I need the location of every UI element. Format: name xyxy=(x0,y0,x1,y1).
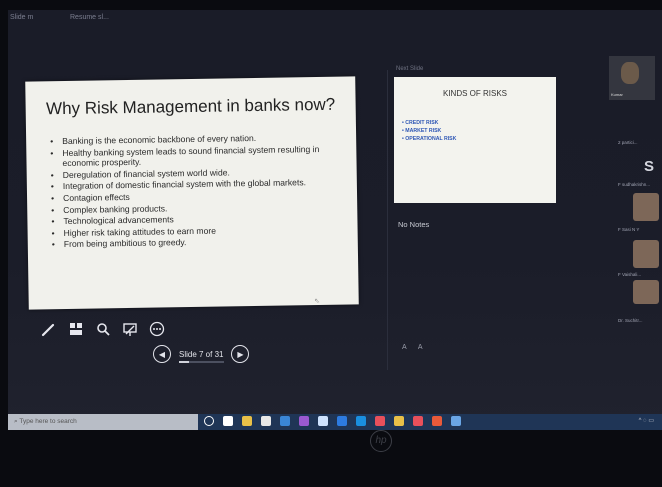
next-slide-item: CREDIT RISK xyxy=(402,119,456,127)
taskbar-search[interactable]: ⌕ Type here to search xyxy=(8,414,198,430)
slide-navigation: ◀ Slide 7 of 31 ▶ xyxy=(153,345,250,363)
participant-name: F Vaishali... xyxy=(618,272,642,277)
mouse-cursor-icon: ⇖ xyxy=(314,298,320,305)
taskbar-app-icon[interactable] xyxy=(394,416,404,426)
window-title-mid: Resume sl... xyxy=(70,14,109,21)
participant-name: F sudhakrishn... xyxy=(618,182,651,187)
slide-progress-bar xyxy=(179,360,224,363)
presenter-toolbar xyxy=(40,320,166,338)
screen-toggle-icon[interactable] xyxy=(121,320,139,338)
avatar[interactable] xyxy=(633,280,659,304)
laptop-bezel xyxy=(0,430,662,487)
participant-initial: S xyxy=(644,158,655,175)
slide-title: Why Risk Management in banks now? xyxy=(45,94,336,119)
taskbar-app-icon[interactable] xyxy=(451,416,461,426)
participant-name: F Sasi N Y xyxy=(618,227,640,232)
pen-icon[interactable] xyxy=(40,320,58,338)
windows-taskbar: ⌕ Type here to search ^ ◌ ▭ xyxy=(8,414,662,430)
taskbar-app-icon[interactable] xyxy=(280,416,290,426)
next-slide-button[interactable]: ▶ xyxy=(231,345,250,363)
next-slide-list: CREDIT RISK MARKET RISK OPERATIONAL RISK xyxy=(402,119,456,143)
taskbar-app-icon[interactable] xyxy=(413,416,423,426)
next-slide-label: Next Slide xyxy=(396,66,424,72)
pane-divider[interactable] xyxy=(387,70,388,370)
participant-face xyxy=(621,62,639,84)
slide-counter[interactable]: Slide 7 of 31 xyxy=(179,349,224,363)
previous-slide-button[interactable]: ◀ xyxy=(153,345,171,363)
taskbar-app-icon[interactable] xyxy=(318,416,328,426)
chevron-right-icon: ▶ xyxy=(237,349,244,359)
taskbar-app-icon[interactable] xyxy=(242,416,252,426)
zoom-icon[interactable] xyxy=(94,320,112,338)
next-slide-item: MARKET RISK xyxy=(402,127,456,135)
hp-logo: hp xyxy=(370,430,392,452)
taskbar-apps xyxy=(204,416,461,426)
participant-count: 2 partici... xyxy=(618,140,638,145)
more-options-icon[interactable] xyxy=(148,320,166,338)
slide-grid-icon[interactable] xyxy=(67,320,85,338)
next-slide-preview[interactable]: KINDS OF RISKS CREDIT RISK MARKET RISK O… xyxy=(394,77,556,203)
window-title-left: Slide m xyxy=(10,14,34,21)
slide-counter-text: Slide 7 of 31 xyxy=(179,349,224,359)
participant-name: Dr. Suchitr... xyxy=(618,318,643,323)
next-slide-title: KINDS OF RISKS xyxy=(442,89,507,98)
taskbar-app-icon[interactable] xyxy=(204,416,214,426)
taskbar-app-icon[interactable] xyxy=(337,416,347,426)
avatar[interactable] xyxy=(633,240,659,268)
system-tray[interactable]: ^ ◌ ▭ xyxy=(639,417,654,424)
taskbar-app-icon[interactable] xyxy=(432,416,442,426)
participant-camera[interactable]: Kumar xyxy=(609,56,655,100)
slide-progress-fill xyxy=(179,360,190,363)
taskbar-app-icon[interactable] xyxy=(375,416,385,426)
font-size-controls[interactable]: A A xyxy=(402,344,428,351)
slide-bullet-list: Banking is the economic backbone of ever… xyxy=(48,132,350,252)
taskbar-app-icon[interactable] xyxy=(356,416,366,426)
chevron-left-icon: ◀ xyxy=(158,349,166,359)
current-slide[interactable]: Why Risk Management in banks now? Bankin… xyxy=(25,76,359,310)
notes-label: No Notes xyxy=(398,220,430,229)
taskbar-app-icon[interactable] xyxy=(261,416,271,426)
taskbar-app-icon[interactable] xyxy=(299,416,309,426)
camera-name: Kumar xyxy=(611,92,623,97)
next-slide-item: OPERATIONAL RISK xyxy=(402,135,456,143)
taskbar-app-icon[interactable] xyxy=(223,416,233,426)
search-placeholder: Type here to search xyxy=(19,418,77,425)
avatar[interactable] xyxy=(633,193,659,221)
